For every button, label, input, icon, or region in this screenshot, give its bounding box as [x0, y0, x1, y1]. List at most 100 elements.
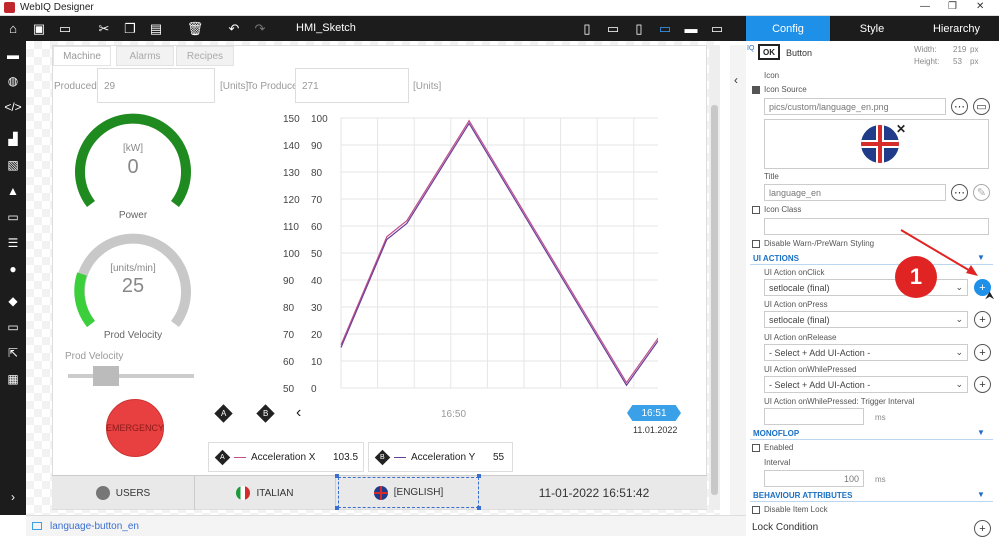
device-tablet-landscape-icon[interactable]: ▭ — [656, 20, 674, 37]
selection-handle[interactable] — [335, 474, 339, 478]
user-icon[interactable]: ● — [5, 261, 21, 277]
hmi-tab-recipes[interactable]: Recipes — [176, 46, 234, 66]
icon-source-checkbox[interactable] — [752, 86, 760, 94]
lock-condition-add-button[interactable]: + — [974, 520, 991, 537]
onpress-select[interactable]: setlocale (final) ⌄ — [764, 311, 968, 328]
power-value: 0 — [127, 156, 139, 178]
icon-source-more-button[interactable]: ⋯ — [951, 98, 968, 115]
code-icon[interactable]: </> — [4, 99, 21, 115]
canvas-scrollbar[interactable] — [709, 45, 720, 510]
tab-config[interactable]: Config — [746, 16, 830, 41]
title-input[interactable]: language_en — [764, 184, 946, 201]
save-icon[interactable]: ▣ — [30, 20, 48, 37]
selected-widget-name[interactable]: language-button_en — [50, 521, 139, 532]
trigger-interval-unit: ms — [875, 413, 886, 422]
home-icon[interactable]: ⌂ — [4, 20, 22, 37]
help-icon[interactable]: ? — [5, 515, 21, 531]
device-laptop-icon[interactable]: ▬ — [682, 20, 700, 37]
minimize-icon[interactable]: — — [920, 1, 930, 12]
selection-handle[interactable] — [477, 474, 481, 478]
onrelease-add-button[interactable]: + — [974, 344, 991, 361]
onwhile-select[interactable]: - Select + Add UI-Action - ⌄ — [764, 376, 968, 393]
emergency-button[interactable]: EMERGENCY — [106, 399, 164, 457]
tab-style[interactable]: Style — [830, 16, 914, 41]
maximize-icon[interactable]: ❐ — [948, 1, 957, 12]
tab-hierarchy[interactable]: Hierarchy — [914, 16, 999, 41]
hmi-tab-machine[interactable]: Machine — [53, 46, 111, 66]
behaviour-section[interactable]: BEHAVIOUR ATTRIBUTES — [753, 491, 852, 500]
warning-icon[interactable]: ▲ — [5, 183, 21, 199]
chart-prev-button[interactable]: ‹ — [296, 404, 301, 422]
grid-icon[interactable]: ▦ — [5, 371, 21, 387]
power-label: Power — [118, 210, 148, 221]
users-button[interactable]: USERS — [52, 476, 195, 510]
slider-label: Prod Velocity — [65, 351, 124, 362]
y-left-tick-label: 130 — [283, 168, 300, 179]
disable-warn-checkbox[interactable] — [752, 240, 760, 248]
collapse-panel-icon[interactable]: ‹ — [734, 73, 738, 87]
title-more-button[interactable]: ⋯ — [951, 184, 968, 201]
onrelease-select[interactable]: - Select + Add UI-Action - ⌄ — [764, 344, 968, 361]
legend-item-a[interactable]: A Acceleration X 103.5 — [208, 442, 364, 472]
chart-cursor-time[interactable]: 16:51 — [627, 405, 681, 421]
velocity-slider-track[interactable] — [68, 374, 194, 378]
device-desktop-icon[interactable]: ▭ — [708, 20, 726, 37]
widgets-icon[interactable]: ▟ — [5, 131, 21, 147]
italian-button[interactable]: ITALIAN — [195, 476, 336, 510]
legend-item-b[interactable]: B Acceleration Y 55 — [368, 442, 513, 472]
to-produce-field: 271 — [295, 68, 409, 103]
canvas-scrollbar-thumb[interactable] — [711, 105, 718, 495]
monoflop-section[interactable]: MONOFLOP — [753, 429, 799, 438]
monoflop-chevron-icon[interactable]: ▼ — [977, 428, 985, 437]
sketch-title[interactable]: HMI_Sketch — [296, 22, 356, 34]
ui-actions-section[interactable]: UI ACTIONS — [753, 254, 799, 263]
remove-icon-button[interactable]: ✕ — [896, 122, 906, 136]
preview-icon[interactable]: ▭ — [56, 20, 74, 37]
chart-icon[interactable]: ▧ — [5, 157, 21, 173]
device-phone-landscape-icon[interactable]: ▭ — [604, 20, 622, 37]
redo-icon[interactable]: ↷ — [251, 20, 269, 37]
hmi-tab-alarms[interactable]: Alarms — [116, 46, 174, 66]
device-tablet-icon[interactable]: ▯ — [630, 20, 648, 37]
icon-source-browse-button[interactable]: ▭ — [973, 98, 990, 115]
monoflop-interval-input[interactable]: 100 — [764, 470, 864, 487]
onwhile-add-button[interactable]: + — [974, 376, 991, 393]
palette-icon[interactable]: ◍ — [5, 73, 21, 89]
title-edit-button[interactable]: ✎ — [973, 184, 990, 201]
layers-icon[interactable]: ▬ — [5, 47, 21, 63]
produced-field: 29 — [97, 68, 215, 103]
undo-icon[interactable]: ↶ — [225, 20, 243, 37]
english-button[interactable]: [ENGLISH] — [338, 477, 479, 508]
cut-icon[interactable]: ✂ — [95, 20, 113, 37]
trigger-interval-input[interactable] — [764, 408, 864, 425]
delete-icon[interactable]: 🗑 — [186, 20, 204, 37]
main-toolbar: ⌂ ▣ ▭ ✂ ❐ ▤ 🗑 ↶ ↷ HMI_Sketch ▯ ▭ ▯ ▭ ▬ ▭ — [0, 16, 746, 41]
y-left-tick-label: 100 — [283, 249, 300, 260]
onpress-add-button[interactable]: + — [974, 311, 991, 328]
app-logo-icon — [4, 2, 15, 13]
expand-sidebar-icon[interactable]: › — [5, 489, 21, 505]
list-icon[interactable]: ☰ — [5, 235, 21, 251]
monitor-settings-icon[interactable]: ▭ — [5, 319, 21, 335]
onclick-value: setlocale (final) — [769, 282, 830, 293]
onwhile-value: - Select + Add UI-Action - — [769, 379, 871, 390]
copy-icon[interactable]: ❐ — [121, 20, 139, 37]
hmi-sketch: Machine Alarms Recipes Produced 29 [Unit… — [52, 45, 707, 510]
export-icon[interactable]: ⇱ — [5, 345, 21, 361]
keyboard-icon[interactable]: ▭ — [5, 209, 21, 225]
icon-source-input[interactable]: pics/custom/language_en.png — [764, 98, 946, 115]
icon-preview: ✕ — [764, 119, 989, 169]
close-icon[interactable]: ✕ — [976, 1, 984, 12]
paste-icon[interactable]: ▤ — [147, 20, 165, 37]
y-left-tick-label: 150 — [283, 114, 300, 125]
disable-lock-checkbox[interactable] — [752, 506, 760, 514]
selection-handle[interactable] — [335, 506, 339, 510]
selection-handle[interactable] — [477, 506, 481, 510]
icon-class-checkbox[interactable] — [752, 206, 760, 214]
widget-type-icon: OK — [758, 44, 780, 60]
cube-icon[interactable]: ◆ — [5, 293, 21, 309]
behaviour-chevron-icon[interactable]: ▼ — [977, 490, 985, 499]
velocity-slider-thumb[interactable] — [93, 366, 120, 386]
monoflop-enabled-checkbox[interactable] — [752, 444, 760, 452]
device-phone-icon[interactable]: ▯ — [578, 20, 596, 37]
